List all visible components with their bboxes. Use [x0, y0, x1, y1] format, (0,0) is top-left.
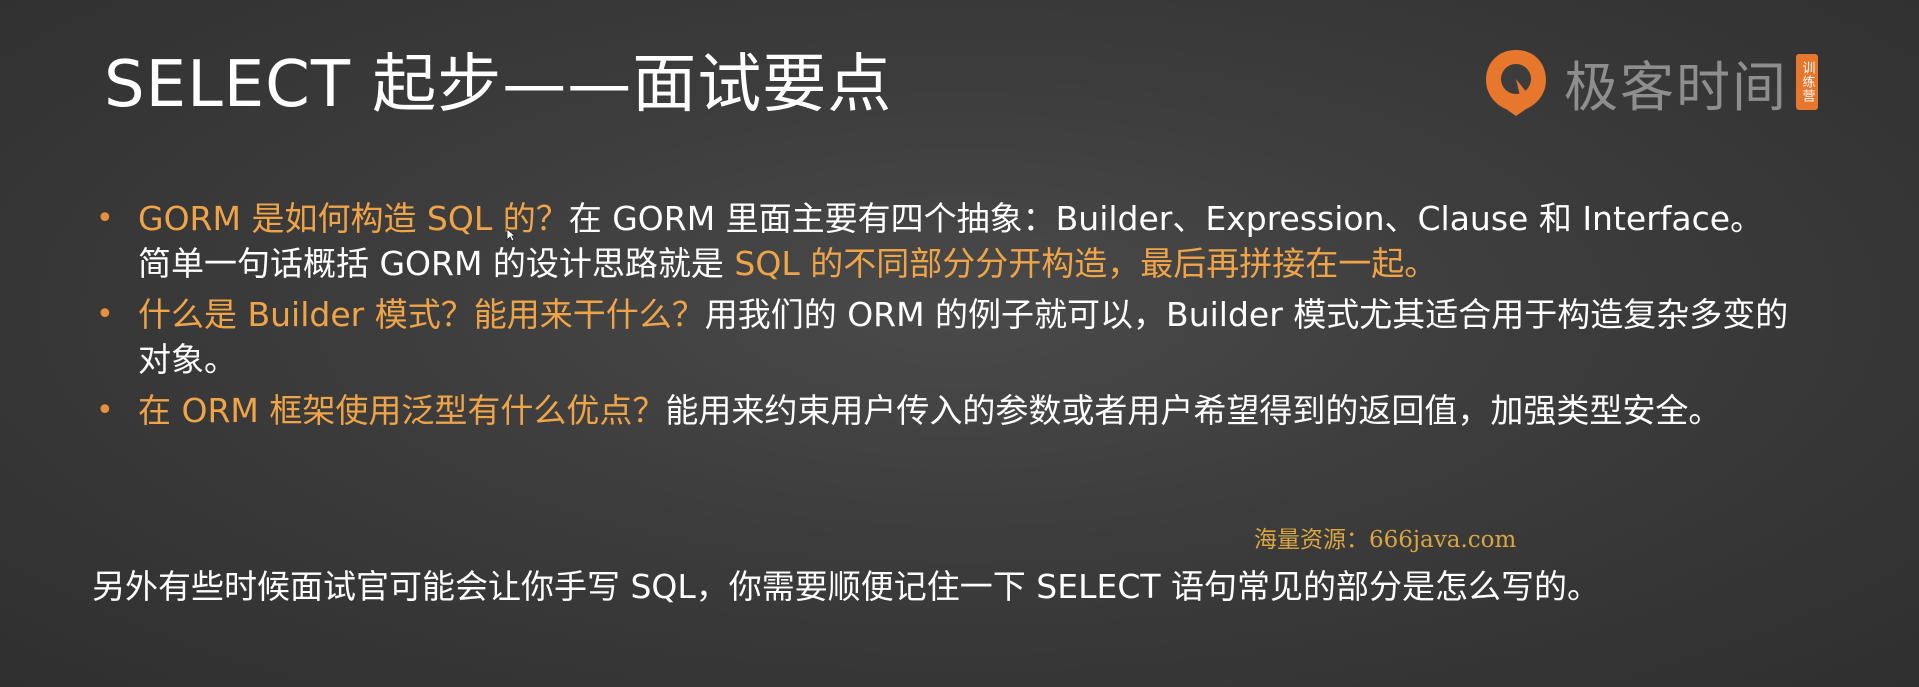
bullet-question: 什么是 Builder 模式？能用来干什么？ [138, 295, 705, 334]
bullet-dot-icon: • [96, 297, 114, 332]
watermark-text: 海量资源：666java.com [1254, 527, 1517, 553]
bullet-question: GORM 是如何构造 SQL 的？ [138, 199, 569, 238]
bullet-item-generics: • 在 ORM 框架使用泛型有什么优点？能用来约束用户传入的参数或者用户希望得到… [96, 388, 1796, 433]
bullet-item-gorm: • GORM 是如何构造 SQL 的？在 GORM 里面主要有四个抽象：Buil… [96, 196, 1796, 286]
logo-text: 极客时间 [1564, 55, 1788, 119]
bullet-item-builder: • 什么是 Builder 模式？能用来干什么？用我们的 ORM 的例子就可以，… [96, 292, 1796, 382]
footer-note: 另外有些时候面试官可能会让你手写 SQL，你需要顺便记住一下 SELECT 语句… [92, 567, 1601, 606]
bullet-answer: 能用来约束用户传入的参数或者用户希望得到的返回值，加强类型安全。 [665, 391, 1722, 430]
bullet-list: • GORM 是如何构造 SQL 的？在 GORM 里面主要有四个抽象：Buil… [96, 196, 1796, 439]
geektime-logo-icon [1486, 50, 1546, 116]
slide-title: SELECT 起步——面试要点 [104, 48, 893, 122]
bullet-dot-icon: • [96, 201, 114, 236]
bullet-answer-highlight: SQL 的不同部分分开构造，最后再拼接在一起。 [734, 244, 1438, 283]
mouse-cursor-icon [506, 228, 516, 242]
bullet-question: 在 ORM 框架使用泛型有什么优点？ [138, 391, 666, 430]
presentation-slide: SELECT 起步——面试要点 极客时间 训练营 • GORM 是如何构造 SQ… [0, 0, 1919, 687]
bullet-dot-icon: • [96, 393, 114, 428]
geektime-logo: 极客时间 训练营 [1482, 44, 1818, 120]
logo-badge: 训练营 [1796, 54, 1818, 110]
